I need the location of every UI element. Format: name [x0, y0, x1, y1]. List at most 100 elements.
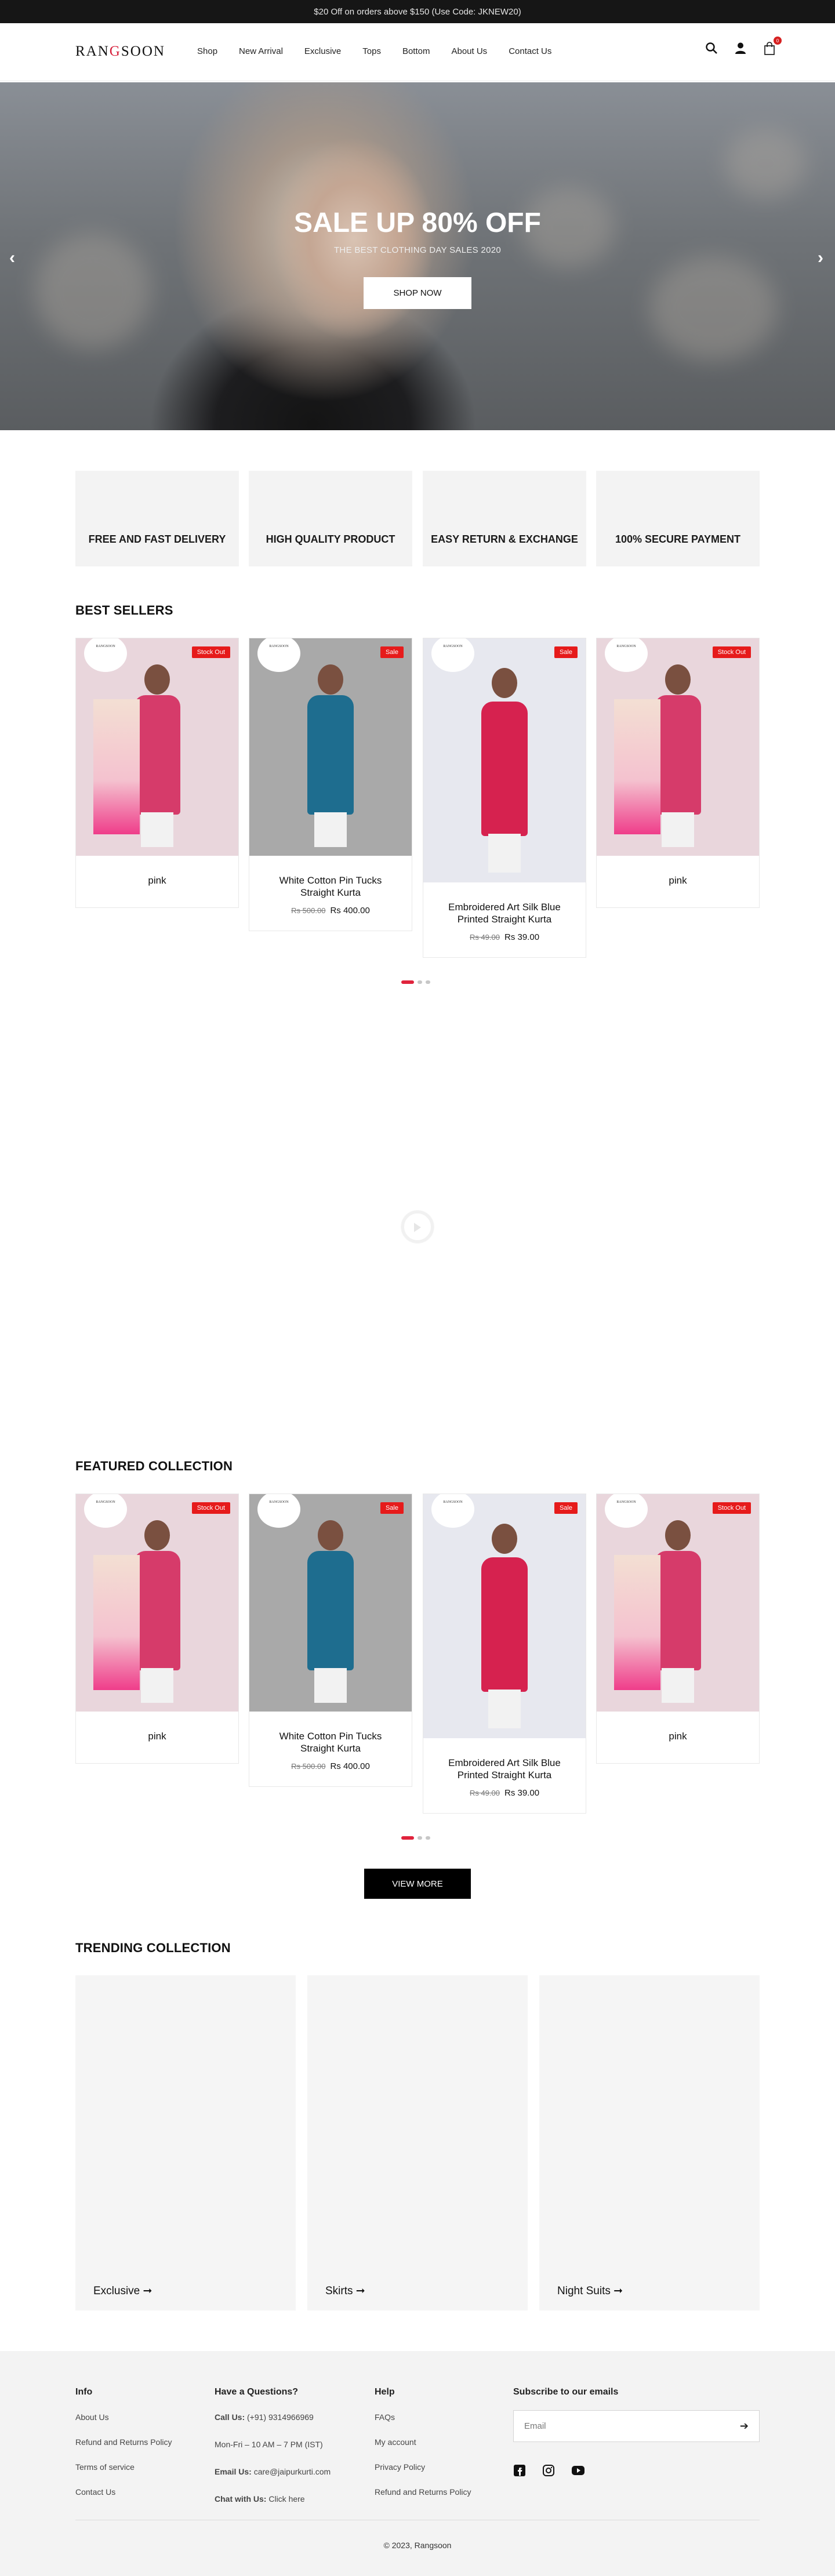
featured-collection-title: FEATURED COLLECTION [75, 1459, 233, 1473]
nav-exclusive[interactable]: Exclusive [304, 46, 341, 56]
product-name[interactable]: White Cotton Pin Tucks Straight Kurta [249, 1730, 412, 1754]
arrow-right-icon: ➞ [143, 2285, 153, 2297]
user-icon[interactable] [734, 42, 748, 56]
pagination-dot[interactable] [426, 1836, 430, 1840]
brand-badge: RANGSOON [431, 638, 474, 672]
brand-prefix: RAN [75, 43, 110, 59]
shop-now-button[interactable]: SHOP NOW [364, 277, 471, 309]
youtube-icon[interactable] [571, 2464, 585, 2480]
footer-help-heading: Help [375, 2387, 395, 2397]
product-tag: Sale [380, 1502, 404, 1514]
call-value[interactable]: (+91) 9314966969 [247, 2412, 314, 2422]
product-card[interactable]: RANGSOON Stock Out pink [75, 1494, 239, 1764]
trending-card-skirts[interactable]: Skirts ➞ [307, 1975, 528, 2310]
footer-link-about[interactable]: About Us [75, 2412, 109, 2422]
pagination-dot[interactable] [426, 980, 430, 984]
nav-bottom[interactable]: Bottom [402, 46, 430, 56]
product-image[interactable]: RANGSOON Sale [423, 1494, 586, 1738]
product-tag: Sale [554, 1502, 578, 1514]
product-image[interactable]: RANGSOON Sale [249, 638, 412, 856]
product-price: Rs 49.00 Rs 39.00 [423, 1788, 586, 1798]
social-links [513, 2464, 585, 2480]
footer-call: Call Us: (+91) 9314966969 [215, 2412, 314, 2422]
product-name[interactable]: Embroidered Art Silk Blue Printed Straig… [423, 1757, 586, 1781]
email-subscribe-field[interactable]: Email ➔ [513, 2410, 760, 2442]
product-card[interactable]: RANGSOON Stock Out pink [596, 638, 760, 908]
footer-link-account[interactable]: My account [375, 2437, 416, 2447]
nav-tops[interactable]: Tops [362, 46, 381, 56]
brand-accent: G [109, 43, 121, 59]
pagination-dot[interactable] [418, 980, 422, 984]
footer-link-refund[interactable]: Refund and Returns Policy [75, 2437, 172, 2447]
trending-card-night-suits[interactable]: Night Suits ➞ [539, 1975, 760, 2310]
product-name[interactable]: White Cotton Pin Tucks Straight Kurta [249, 874, 412, 899]
product-name[interactable]: Embroidered Art Silk Blue Printed Straig… [423, 901, 586, 925]
product-image[interactable]: RANGSOON Stock Out [76, 1494, 238, 1712]
view-more-button[interactable]: VIEW MORE [364, 1869, 471, 1899]
product-image[interactable]: RANGSOON Stock Out [597, 1494, 759, 1712]
footer-link-refund-help[interactable]: Refund and Returns Policy [375, 2487, 471, 2497]
arrow-right-icon: ➞ [613, 2285, 623, 2297]
cart-count-badge: 0 [774, 37, 782, 45]
nav-about-us[interactable]: About Us [451, 46, 487, 56]
pagination-dot[interactable] [401, 1836, 414, 1840]
trending-label: Night Suits [557, 2285, 611, 2297]
product-name[interactable]: pink [76, 874, 238, 886]
nav-new-arrival[interactable]: New Arrival [239, 46, 283, 56]
product-card[interactable]: RANGSOON Sale Embroidered Art Silk Blue Pr… [423, 638, 586, 958]
trending-card-exclusive[interactable]: Exclusive ➞ [75, 1975, 296, 2310]
product-image[interactable]: RANGSOON Stock Out [597, 638, 759, 856]
product-name[interactable]: pink [597, 874, 759, 886]
nav-shop[interactable]: Shop [197, 46, 217, 56]
email-value[interactable]: care@jaipurkurti.com [254, 2467, 331, 2476]
product-name[interactable]: pink [597, 1730, 759, 1742]
brand-badge: RANGSOON [605, 1494, 648, 1528]
product-card[interactable]: RANGSOON Stock Out pink [596, 1494, 760, 1764]
announcement-text: $20 Off on orders above $150 (Use Code: … [314, 6, 521, 17]
pagination-dot[interactable] [418, 1836, 422, 1840]
pagination-dot[interactable] [401, 980, 414, 984]
search-icon[interactable] [705, 42, 719, 56]
product-image[interactable]: RANGSOON Sale [423, 638, 586, 882]
feature-easy-return: EASY RETURN & EXCHANGE [423, 471, 586, 566]
hero-banner [0, 82, 835, 430]
bag-icon[interactable]: 0 [763, 37, 782, 56]
footer-link-terms[interactable]: Terms of service [75, 2462, 135, 2472]
footer-link-contact[interactable]: Contact Us [75, 2487, 115, 2497]
facebook-icon[interactable] [513, 2464, 526, 2480]
instagram-icon[interactable] [542, 2464, 555, 2480]
product-card[interactable]: RANGSOON Stock Out pink [75, 638, 239, 908]
old-price: Rs 500.00 [291, 906, 326, 915]
product-image[interactable]: RANGSOON Stock Out [76, 638, 238, 856]
brand-logo[interactable]: RANGSOON [75, 43, 165, 60]
product-tag: Sale [380, 646, 404, 658]
product-card[interactable]: RANGSOON Sale White Cotton Pin Tucks Strai… [249, 638, 412, 931]
trending-collection-title: TRENDING COLLECTION [75, 1941, 231, 1955]
email-label: Email Us: [215, 2467, 252, 2476]
arrow-right-icon[interactable]: ➔ [740, 2420, 749, 2432]
brand-suffix: SOON [121, 43, 165, 59]
product-card[interactable]: RANGSOON Sale Embroidered Art Silk Blue Pr… [423, 1494, 586, 1814]
product-image[interactable]: RANGSOON Sale [249, 1494, 412, 1712]
current-price: Rs 400.00 [330, 906, 370, 915]
video-play-icon[interactable] [401, 1211, 434, 1243]
hero-title: SALE UP 80% OFF [294, 208, 541, 238]
trending-label: Exclusive [93, 2285, 140, 2297]
current-price: Rs 39.00 [504, 932, 540, 942]
announcement-bar: $20 Off on orders above $150 (Use Code: … [0, 0, 835, 23]
best-sellers-title: BEST SELLERS [75, 603, 173, 617]
product-price: Rs 500.00 Rs 400.00 [249, 1761, 412, 1771]
feature-high-quality: HIGH QUALITY PRODUCT [249, 471, 412, 566]
footer-link-faqs[interactable]: FAQs [375, 2412, 395, 2422]
chat-link[interactable]: Click here [268, 2494, 304, 2504]
hero-subtitle: THE BEST CLOTHING DAY SALES 2020 [333, 245, 502, 255]
nav-contact-us[interactable]: Contact Us [509, 46, 551, 56]
trending-label: Skirts [325, 2285, 353, 2297]
email-placeholder: Email [524, 2421, 546, 2431]
footer-questions-heading: Have a Questions? [215, 2387, 299, 2397]
footer-info-heading: Info [75, 2387, 93, 2397]
product-card[interactable]: RANGSOON Sale White Cotton Pin Tucks Strai… [249, 1494, 412, 1787]
product-name[interactable]: pink [76, 1730, 238, 1742]
featured-pagination [401, 1836, 430, 1840]
footer-link-privacy[interactable]: Privacy Policy [375, 2462, 425, 2472]
